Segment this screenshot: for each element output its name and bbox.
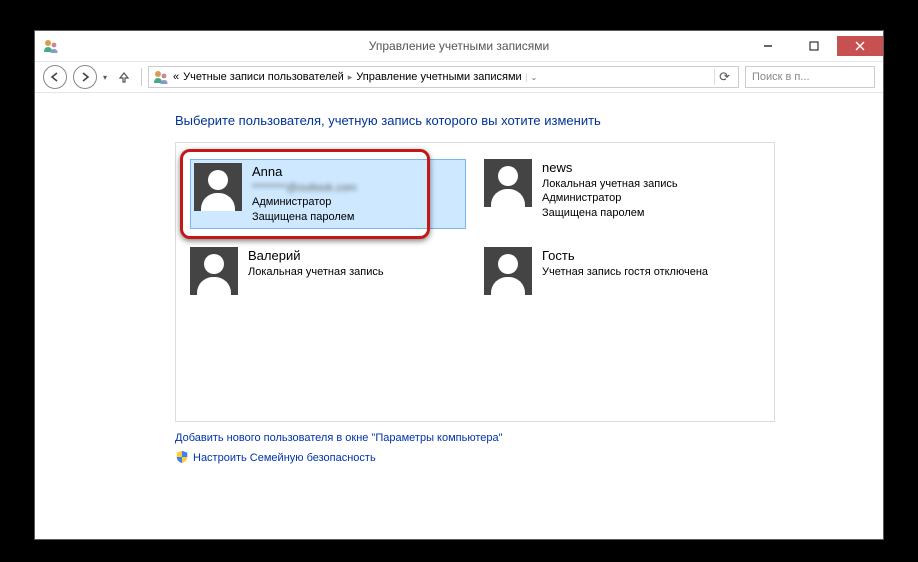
user-card-news[interactable]: news Локальная учетная запись Администра… [480,155,764,233]
avatar-icon [484,159,532,207]
control-panel-window: Управление учетными записями ▾ [34,30,884,540]
user-card-valeriy[interactable]: Валерий Локальная учетная запись [186,243,470,299]
address-history-icon[interactable]: ⌄ [526,73,542,82]
user-info: Anna ********@outlook.com Администратор … [252,163,357,225]
user-type: Локальная учетная запись [248,265,384,280]
breadcrumb-2[interactable]: Управление учетными записями [356,71,521,83]
user-card-anna[interactable]: Anna ********@outlook.com Администратор … [186,155,470,233]
breadcrumb-1[interactable]: Учетные записи пользователей [183,71,344,83]
search-input[interactable]: Поиск в п... [745,66,875,88]
user-status: Защищена паролем [252,210,357,225]
search-placeholder: Поиск в п... [752,71,810,83]
forward-button[interactable] [73,65,97,89]
location-icon [153,69,169,85]
user-grid: Anna ********@outlook.com Администратор … [175,142,775,422]
links-section: Добавить нового пользователя в окне "Пар… [175,432,763,470]
add-user-link[interactable]: Добавить нового пользователя в окне "Пар… [175,432,503,444]
user-type: Локальная учетная запись [542,177,678,192]
nav-separator [141,68,142,86]
back-button[interactable] [43,65,67,89]
user-status: Защищена паролем [542,206,678,221]
user-name: Валерий [248,247,384,265]
family-safety-link[interactable]: Настроить Семейную безопасность [193,452,376,464]
titlebar[interactable]: Управление учетными записями [35,31,883,61]
user-name: news [542,159,678,177]
page-heading: Выберите пользователя, учетную запись ко… [175,113,763,128]
user-email: ********@outlook.com [252,181,357,196]
user-name: Anna [252,163,357,181]
avatar-icon [190,247,238,295]
user-role: Администратор [542,191,678,206]
address-bar[interactable]: « Учетные записи пользователей ▸ Управле… [148,66,739,88]
avatar-icon [484,247,532,295]
user-card-guest[interactable]: Гость Учетная запись гостя отключена [480,243,764,299]
content-area: Выберите пользователя, учетную запись ко… [35,93,883,480]
user-info: Гость Учетная запись гостя отключена [542,247,708,279]
user-role: Администратор [252,195,357,210]
up-button[interactable] [113,66,135,88]
user-info: Валерий Локальная учетная запись [248,247,384,279]
user-type: Учетная запись гостя отключена [542,265,708,280]
refresh-button[interactable]: ⟳ [714,69,734,85]
breadcrumb-prefix: « [173,71,179,83]
avatar-icon [194,163,242,211]
window-title: Управление учетными записями [35,39,883,53]
history-dropdown-icon[interactable]: ▾ [103,73,107,82]
shield-icon [175,450,189,464]
navbar: ▾ « Учетные записи пользователей ▸ Управ… [35,61,883,93]
crumb-sep-icon[interactable]: ▸ [348,72,353,83]
user-info: news Локальная учетная запись Администра… [542,159,678,221]
resize-cursor-icon: ↔ [896,295,914,316]
user-name: Гость [542,247,708,265]
